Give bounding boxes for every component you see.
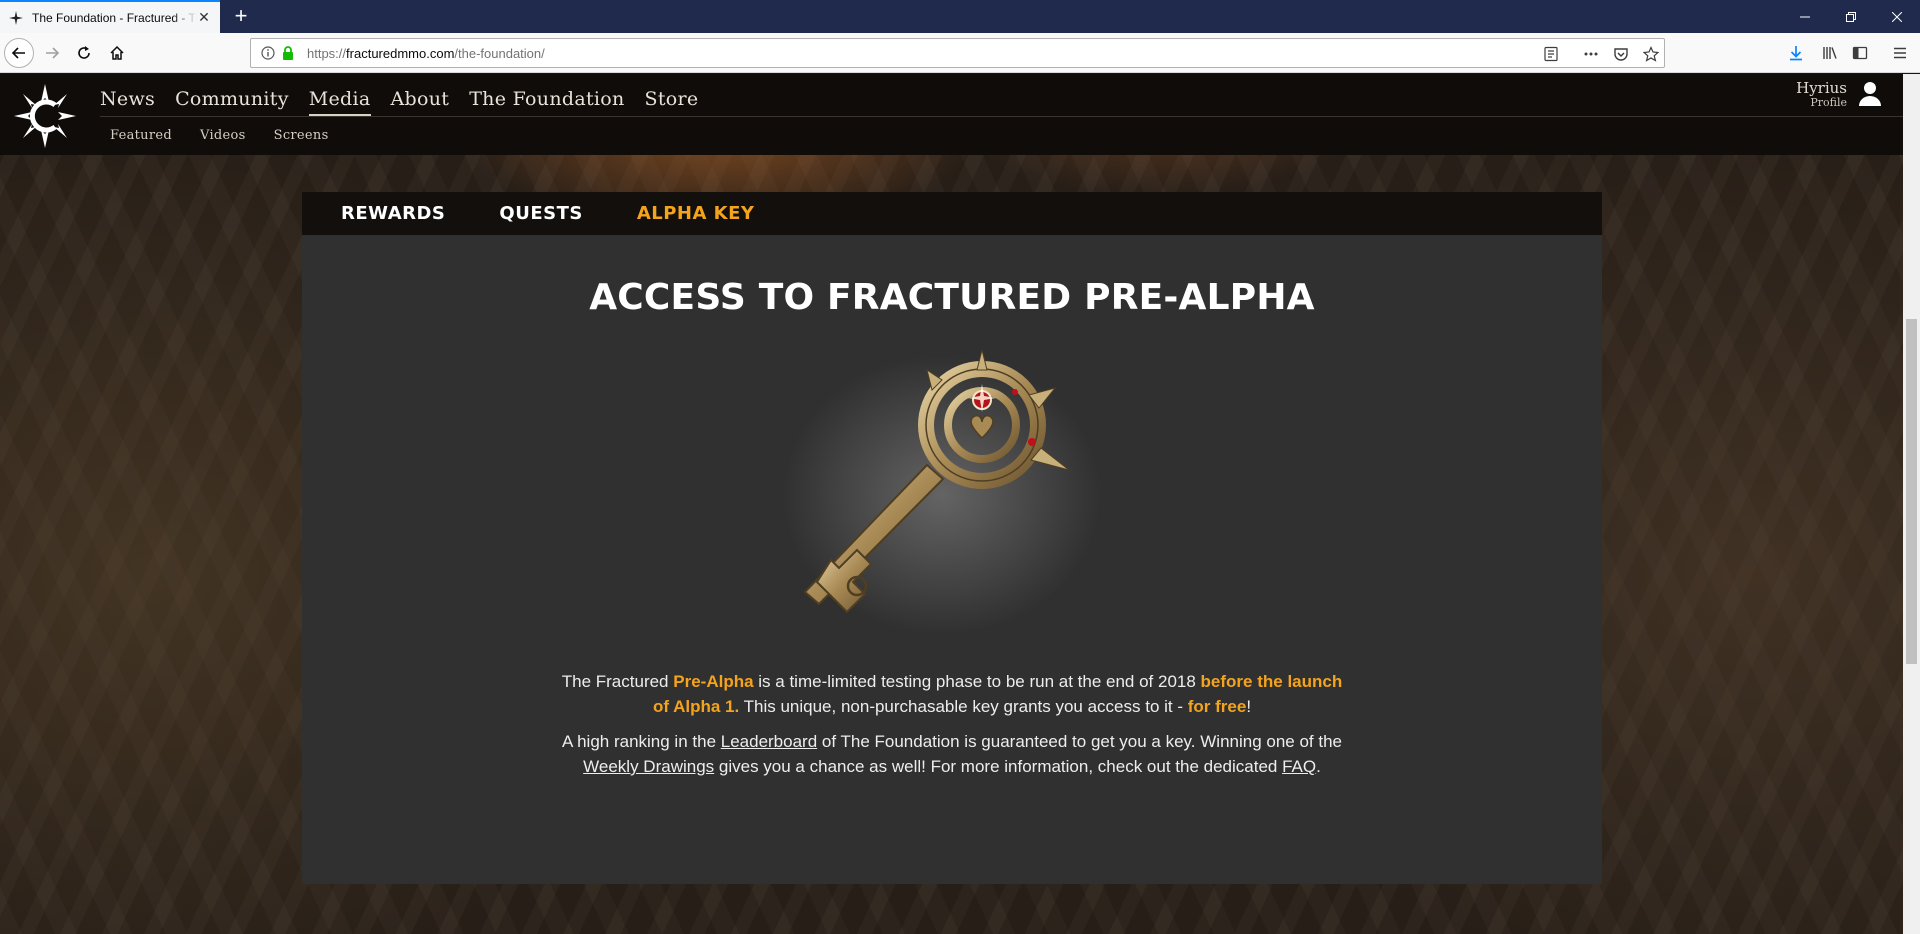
profile-link[interactable]: Profile [1796, 96, 1847, 109]
pocket-icon[interactable] [1611, 44, 1631, 64]
user-menu[interactable]: Hyrius Profile [1796, 80, 1847, 109]
tab-close-icon[interactable]: ✕ [196, 9, 212, 25]
nav-store[interactable]: Store [645, 88, 699, 116]
menu-icon[interactable] [1888, 42, 1912, 64]
library-icon[interactable] [1818, 42, 1842, 64]
reload-icon[interactable] [70, 39, 98, 67]
text: This unique, non-purchasable key grants … [739, 697, 1188, 716]
subnav-videos[interactable]: Videos [200, 128, 246, 143]
alpha-key-description: The Fractured Pre-Alpha is a time-limite… [552, 669, 1352, 789]
minimize-icon[interactable] [1782, 0, 1828, 33]
new-tab-icon[interactable]: + [229, 5, 253, 29]
restore-icon[interactable] [1828, 0, 1874, 33]
home-icon[interactable] [103, 39, 131, 67]
weekly-drawings-link[interactable]: Weekly Drawings [583, 757, 714, 776]
text: is a time-limited testing phase to be ru… [753, 672, 1201, 691]
page-actions-icon[interactable] [1581, 44, 1601, 64]
highlight-pre-alpha: Pre-Alpha [673, 672, 754, 691]
faq-link[interactable]: FAQ [1282, 757, 1316, 776]
site-main-nav: News Community Media About The Foundatio… [100, 74, 718, 116]
url-text[interactable]: https://fracturedmmo.com/the-foundation/ [307, 46, 545, 61]
text: gives you a chance as well! For more inf… [714, 757, 1283, 776]
foundation-tabs: REWARDS QUESTS ALPHA KEY [302, 192, 1602, 235]
forward-icon[interactable] [38, 39, 66, 67]
browser-navbar: https://fracturedmmo.com/the-foundation/ [0, 33, 1920, 73]
site-sub-nav: Featured Videos Screens [110, 128, 357, 143]
text: The Fractured [561, 672, 674, 691]
nav-media[interactable]: Media [308, 88, 371, 116]
leaderboard-link[interactable]: Leaderboard [721, 732, 817, 751]
info-icon[interactable] [259, 46, 277, 60]
subnav-featured[interactable]: Featured [110, 128, 172, 143]
bookmark-star-icon[interactable] [1641, 44, 1661, 64]
user-name: Hyrius [1796, 79, 1847, 97]
site-header: News Community Media About The Foundatio… [0, 74, 1903, 155]
text: ! [1246, 697, 1252, 716]
page-scrollbar[interactable] [1903, 74, 1920, 934]
tab-title: The Foundation - Fractured - The [32, 10, 197, 25]
fractured-logo[interactable] [14, 84, 76, 148]
alpha-key-image [777, 349, 1107, 640]
url-bar[interactable]: https://fracturedmmo.com/the-foundation/ [250, 38, 1665, 68]
nav-news[interactable]: News [100, 88, 155, 116]
browser-titlebar: The Foundation - Fractured - The ✕ + [0, 0, 1920, 33]
text: . [1316, 757, 1321, 776]
header-divider [100, 116, 1903, 117]
user-icon[interactable] [1857, 80, 1883, 106]
tab-quests[interactable]: QUESTS [499, 203, 582, 224]
page-title: ACCESS TO FRACTURED PRE-ALPHA [589, 277, 1315, 318]
subnav-screens[interactable]: Screens [274, 128, 329, 143]
text: of The Foundation is guaranteed to get y… [817, 732, 1343, 751]
nav-about[interactable]: About [391, 88, 450, 116]
tab-rewards[interactable]: REWARDS [341, 203, 445, 224]
reader-view-icon[interactable] [1541, 44, 1561, 64]
paragraph-how-to-get-key: A high ranking in the Leaderboard of The… [552, 729, 1352, 779]
close-icon[interactable] [1874, 0, 1920, 33]
tab-alpha-key[interactable]: ALPHA KEY [637, 203, 755, 224]
back-icon[interactable] [4, 38, 34, 68]
fractured-favicon-icon [9, 10, 23, 25]
page-viewport: News Community Media About The Foundatio… [0, 74, 1903, 934]
scrollbar-thumb[interactable] [1906, 319, 1917, 664]
paragraph-pre-alpha: The Fractured Pre-Alpha is a time-limite… [552, 669, 1352, 719]
download-icon[interactable] [1784, 42, 1808, 64]
text: A high ranking in the [561, 732, 721, 751]
lock-icon[interactable] [279, 46, 297, 60]
browser-tab[interactable]: The Foundation - Fractured - The ✕ [0, 0, 220, 33]
alpha-key-panel: ACCESS TO FRACTURED PRE-ALPHA The Fractu… [302, 235, 1602, 884]
nav-the-foundation[interactable]: The Foundation [469, 88, 624, 116]
highlight-for-free: for free [1187, 697, 1247, 716]
nav-community[interactable]: Community [175, 88, 289, 116]
sidebar-icon[interactable] [1848, 42, 1872, 64]
